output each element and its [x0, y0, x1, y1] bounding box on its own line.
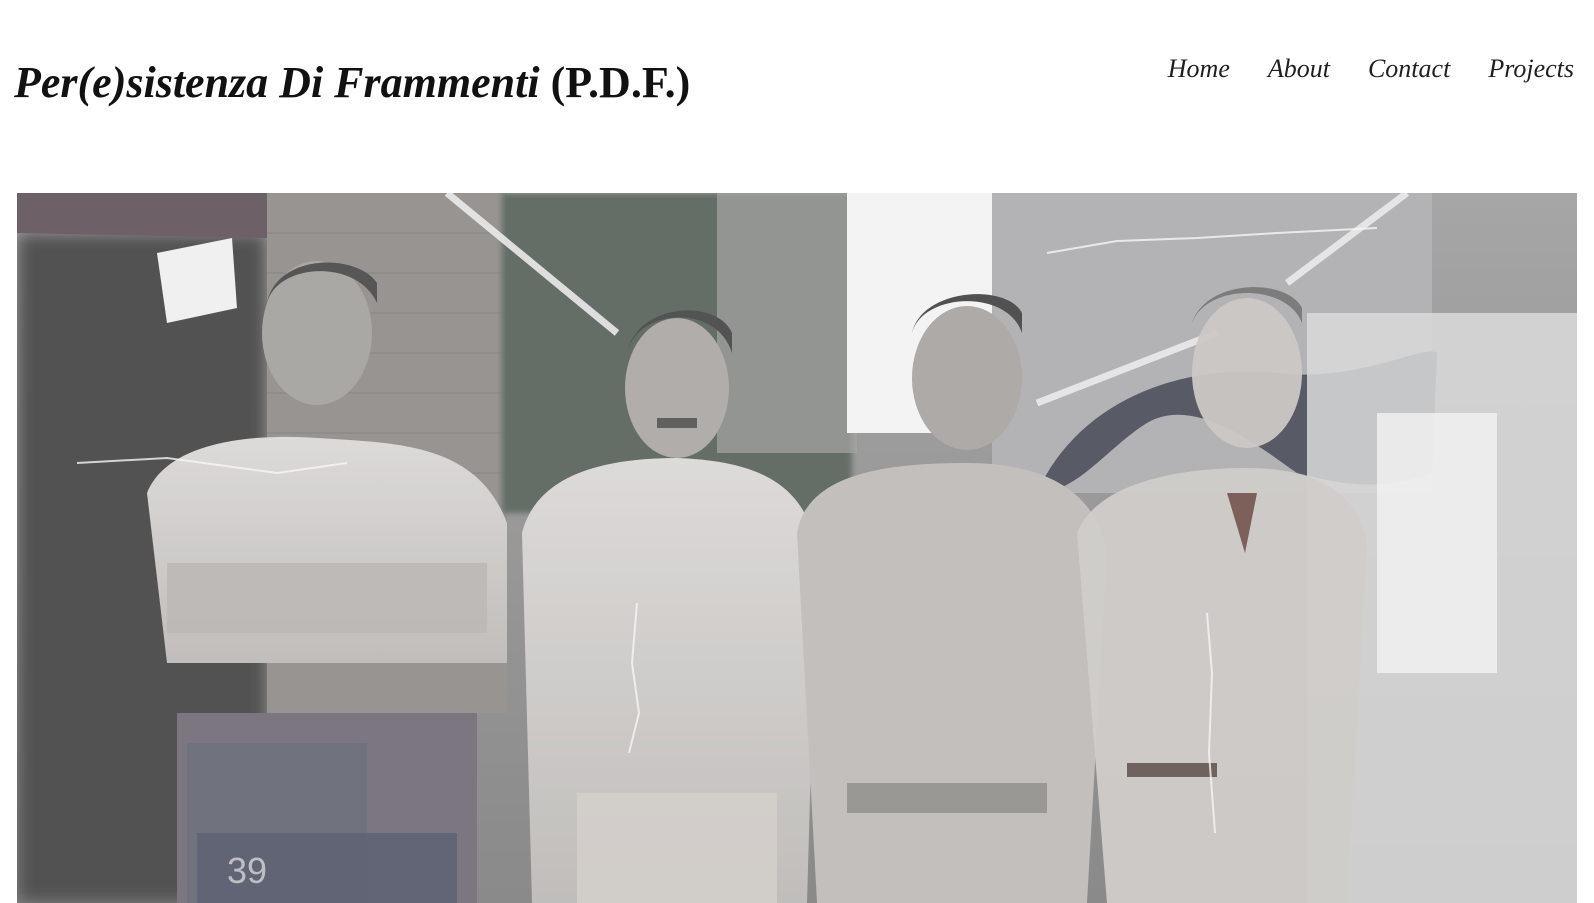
- main-navigation: Home About Contact Projects: [1168, 52, 1574, 86]
- nav-link-projects[interactable]: Projects: [1488, 52, 1574, 86]
- nav-link-home[interactable]: Home: [1168, 52, 1230, 86]
- site-title-main: Per(e)sistenza Di Frammenti: [14, 58, 540, 107]
- hero-photo-collage: 39: [17, 193, 1577, 903]
- nav-link-about[interactable]: About: [1268, 52, 1330, 86]
- site-title[interactable]: Per(e)sistenza Di Frammenti (P.D.F.): [14, 56, 690, 110]
- site-title-abbreviation: (P.D.F.): [550, 58, 691, 107]
- fade-wash: [17, 193, 1577, 903]
- nav-link-contact[interactable]: Contact: [1368, 52, 1450, 86]
- hero-photo-illustration: 39: [17, 193, 1577, 903]
